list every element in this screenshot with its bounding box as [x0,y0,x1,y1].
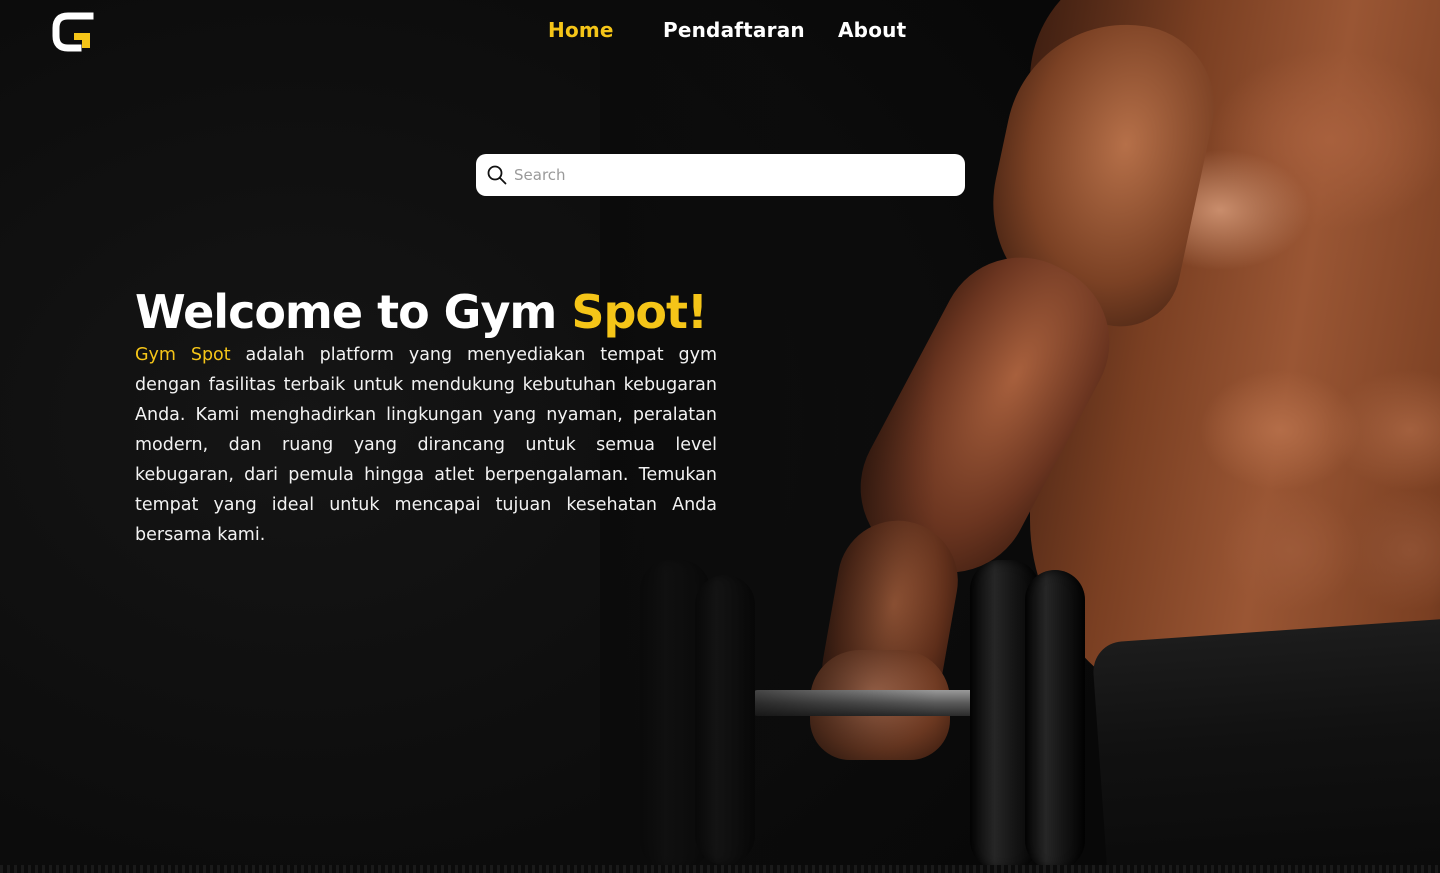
bottom-divider [0,865,1440,873]
hero-description-text: adalah platform yang menyediakan tempat … [135,345,717,545]
nav-pendaftaran-link[interactable]: Pendaftaran [663,18,805,42]
hero-title-prefix: Welcome to Gym [135,285,572,339]
hero-title: Welcome to Gym Spot! [135,284,708,340]
hero-title-accent: Spot! [571,285,708,339]
hero-description: Gym Spot adalah platform yang menyediaka… [135,340,717,550]
main-nav: Home Pendaftaran About [0,18,1440,48]
hero-athlete-photo [600,0,1440,873]
photo-fade-overlay [600,0,1440,873]
nav-about-link[interactable]: About [838,18,906,42]
search-bar[interactable] [476,154,965,196]
search-icon[interactable] [486,164,508,186]
landing-page: Home Pendaftaran About Welcome to Gym Sp… [0,0,1440,873]
nav-home-link[interactable]: Home [548,18,614,42]
hero-description-brand: Gym Spot [135,345,231,365]
search-input[interactable] [514,156,934,194]
